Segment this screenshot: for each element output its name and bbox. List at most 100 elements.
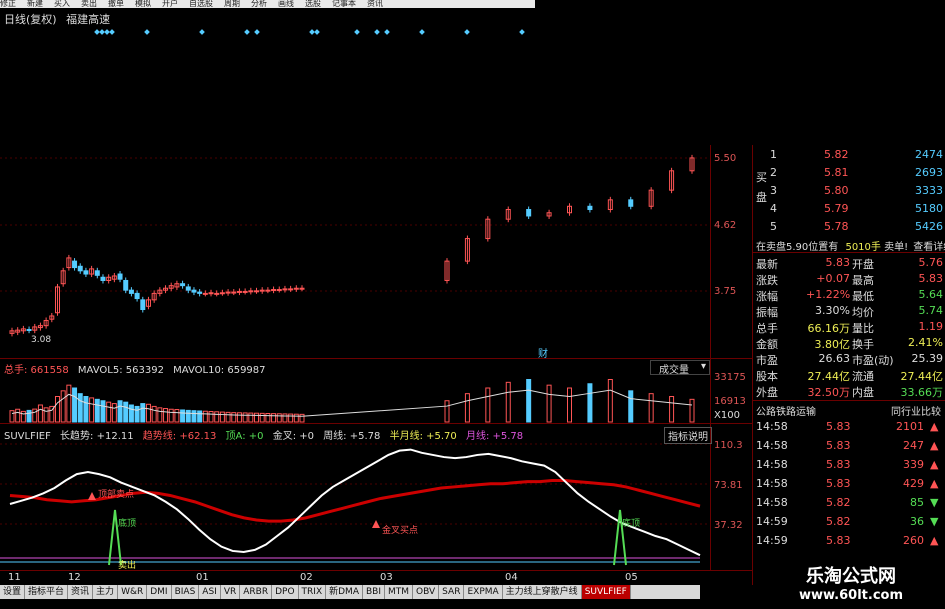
volume-bar (299, 413, 305, 423)
candle (628, 199, 634, 207)
volume-total: 总手: 661558 (4, 365, 69, 376)
indicator-tab[interactable]: ARBR (240, 585, 273, 599)
signal-diamond (254, 29, 260, 35)
candle (185, 286, 191, 291)
stat-value: 5.64 (918, 288, 944, 301)
volume-bar (37, 404, 43, 423)
top-sell-note: 顶部卖点 (98, 490, 135, 500)
stat-label: 总手 (756, 322, 778, 335)
candle (140, 299, 146, 311)
date-tick: 04 (505, 572, 518, 583)
indicator-tab[interactable]: EXPMA (464, 585, 503, 599)
price: 5.80 (824, 184, 849, 197)
sector-name[interactable]: 公路铁路运输 (756, 407, 816, 418)
candle (26, 329, 32, 332)
volume-bar (89, 397, 95, 423)
indicator-tab[interactable]: OBV (413, 585, 440, 599)
buy-signal-note: 底顶 (622, 519, 641, 529)
price-tick: 5.50 (714, 153, 737, 164)
indicator-tab[interactable]: 主力线上穿散户线 (503, 585, 582, 599)
tick-volume: 85 (910, 496, 924, 509)
volume-bar (100, 400, 106, 423)
stat-label: 最高 (852, 274, 874, 287)
indicator-tab[interactable]: BBI (363, 585, 385, 599)
tick-volume: 2101 (896, 420, 924, 433)
indicator-tab[interactable]: 资讯 (68, 585, 94, 599)
level: 2 (770, 166, 777, 179)
volume-bar (219, 411, 225, 423)
date-tick: 11 (8, 572, 21, 583)
stat-value: 27.44亿 (807, 370, 851, 383)
indicator-tab[interactable]: 设置 (0, 585, 26, 599)
indicator-tab[interactable]: BIAS (172, 585, 200, 599)
candle (117, 273, 123, 280)
stat-value: 5.76 (918, 256, 944, 269)
indicator-tab[interactable]: TRIX (299, 585, 327, 599)
indicator-tab[interactable]: ASI (199, 585, 221, 599)
order-book-row[interactable]: 3 5.80 3333 (756, 184, 945, 202)
volume-dropdown[interactable]: 成交量 ▾ (650, 360, 710, 376)
order-book-row[interactable]: 2 5.81 2693 (756, 166, 945, 184)
volume-bar (111, 403, 117, 423)
volume-bar (94, 398, 100, 423)
stat-label: 流通 (852, 370, 874, 383)
order-book-row[interactable]: 4 5.79 5180 (756, 202, 945, 220)
candle (128, 289, 134, 294)
finance-mark: 财 (538, 349, 548, 360)
indicator-tab[interactable]: W&R (118, 585, 148, 599)
buy-marker (372, 520, 380, 528)
sell-mark-note: 卖出 (118, 561, 137, 571)
watermark-url: www.60lt.com (798, 588, 904, 603)
indicator-tab[interactable]: MTM (385, 585, 414, 599)
indicator-tab[interactable]: 新DMA (326, 585, 363, 599)
chevron-down-icon: ▾ (700, 361, 706, 372)
candle (248, 290, 254, 293)
signal-diamond (519, 29, 525, 35)
candle (180, 283, 186, 287)
stat-row: 振幅 3.30% 均价 5.74 (756, 304, 945, 319)
indicator-help-button[interactable]: 指标说明 (664, 427, 712, 444)
volume-bar (265, 412, 271, 423)
indicator-tab[interactable]: DPO (272, 585, 299, 599)
stat-row: 股本 27.44亿 流通 27.44亿 (756, 368, 945, 383)
signal-diamond (419, 29, 425, 35)
indicator-tab[interactable]: 主力 (93, 585, 119, 599)
signal-diamond (144, 29, 150, 35)
candle (271, 289, 277, 292)
tick-price: 5.82 (826, 515, 851, 528)
candle (197, 291, 203, 294)
tick-row: 14:58 5.83 339 ▲ (756, 458, 945, 477)
volume-bar (276, 413, 282, 423)
indicator-tab[interactable]: SUVLFIEF (581, 585, 631, 599)
tick-time: 14:58 (756, 477, 788, 490)
indicator-tab[interactable]: 指标平台 (25, 585, 69, 599)
stat-label: 涨跌 (756, 274, 778, 287)
tick-row: 14:58 5.83 2101 ▲ (756, 420, 945, 439)
indicator-tab[interactable]: SAR (439, 585, 465, 599)
candle (208, 292, 214, 295)
candle (94, 270, 100, 276)
stat-value: 5.74 (918, 304, 944, 317)
volume-bar (174, 409, 180, 423)
stat-label: 均价 (852, 306, 874, 319)
sector-compare[interactable]: 同行业比较 (891, 403, 941, 418)
candle (100, 276, 106, 281)
stat-label: 外盘 (756, 386, 778, 399)
volume-bar (185, 409, 191, 423)
level: 4 (770, 202, 777, 215)
tick-time: 14:58 (756, 439, 788, 452)
volume-unit: X100 (714, 410, 740, 421)
indicator-trend: 趋势线: +62.13 (142, 431, 217, 442)
order-book-row[interactable]: 5 5.78 5426 (756, 220, 945, 238)
arrow-up-icon: ▲ (930, 439, 939, 452)
indicator-tab[interactable]: DMI (147, 585, 172, 599)
stat-row: 最新 5.83 开盘 5.76 (756, 256, 945, 271)
indicator-tab[interactable]: VR (221, 585, 241, 599)
volume-bar (26, 409, 32, 423)
arrow-up-icon: ▲ (930, 534, 939, 547)
order-book-row[interactable]: 1 5.82 2474 (756, 148, 945, 166)
volume-bar (168, 408, 174, 423)
stat-value: 27.44亿 (900, 370, 944, 383)
volume-bar (282, 413, 288, 423)
tick-row: 14:59 5.82 36 ▼ (756, 515, 945, 534)
